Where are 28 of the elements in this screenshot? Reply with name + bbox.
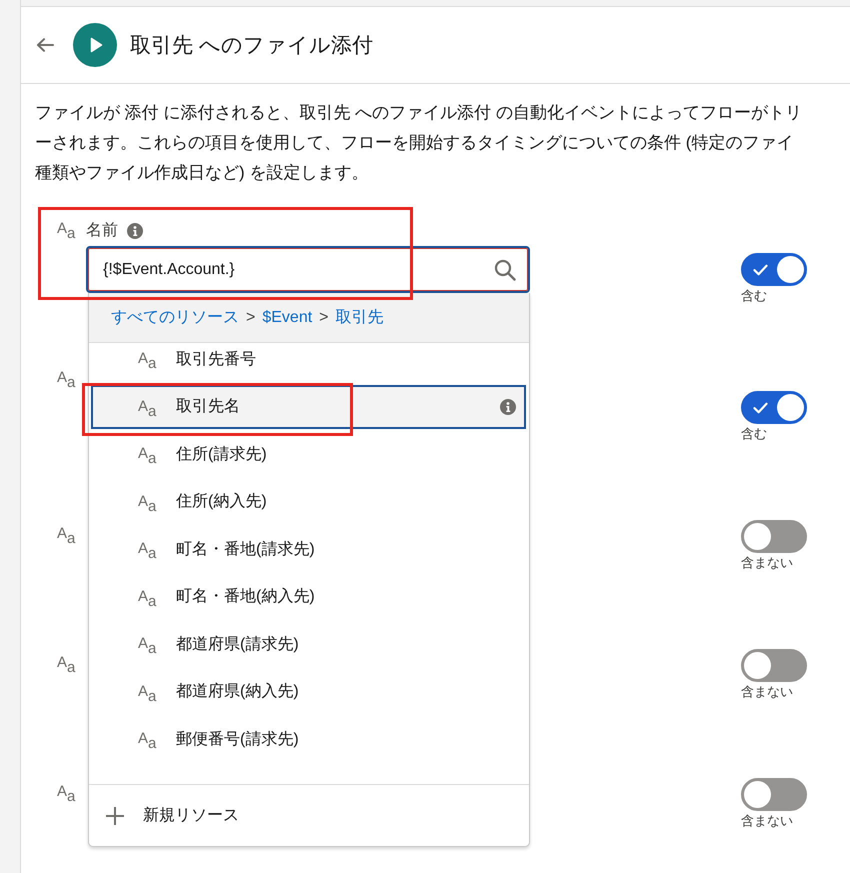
search-field[interactable]: {!$Event.Account.}: [86, 246, 530, 293]
play-icon: [73, 22, 117, 67]
search-icon[interactable]: [494, 258, 516, 280]
toggle-switch[interactable]: [741, 778, 807, 811]
toggle-switch[interactable]: [741, 649, 807, 682]
plus-icon: [105, 806, 125, 826]
check-icon: [753, 402, 768, 414]
toggle-switch[interactable]: [741, 391, 807, 424]
info-icon[interactable]: [500, 398, 516, 415]
toggle-switch[interactable]: [741, 253, 807, 286]
toggle-label: 含まない: [741, 684, 793, 700]
check-icon: [753, 264, 768, 276]
page-title: 取引先 へのファイル添付: [130, 32, 373, 59]
field-label: 名前: [86, 221, 118, 241]
toggle-label: 含まない: [741, 555, 793, 571]
toggle-label: 含む: [741, 426, 767, 442]
breadcrumb-link[interactable]: すべてのリソース: [111, 307, 239, 328]
description-text: ファイルが 添付 に添付されると、取引先 へのファイル添付 の自動化イベントによってフローがトリ ーされます。これらの項目を使用して、フローを開始するタイミングについての条件 (特定のファイ 種類やファイル作成日など) を設定します。: [34, 102, 802, 184]
new-resource-button[interactable]: 新規リソース: [105, 805, 239, 826]
breadcrumb-separator: >: [246, 308, 256, 326]
breadcrumb-link[interactable]: 取引先: [336, 307, 384, 328]
left-arrow-icon[interactable]: [36, 38, 54, 52]
toggle-label: 含む: [741, 288, 767, 304]
toggle-switch[interactable]: [741, 520, 807, 553]
breadcrumb-separator: >: [319, 308, 328, 326]
info-icon[interactable]: [127, 223, 143, 239]
toggle-label: 含まない: [741, 813, 793, 829]
breadcrumb-link[interactable]: $Event: [262, 308, 312, 326]
